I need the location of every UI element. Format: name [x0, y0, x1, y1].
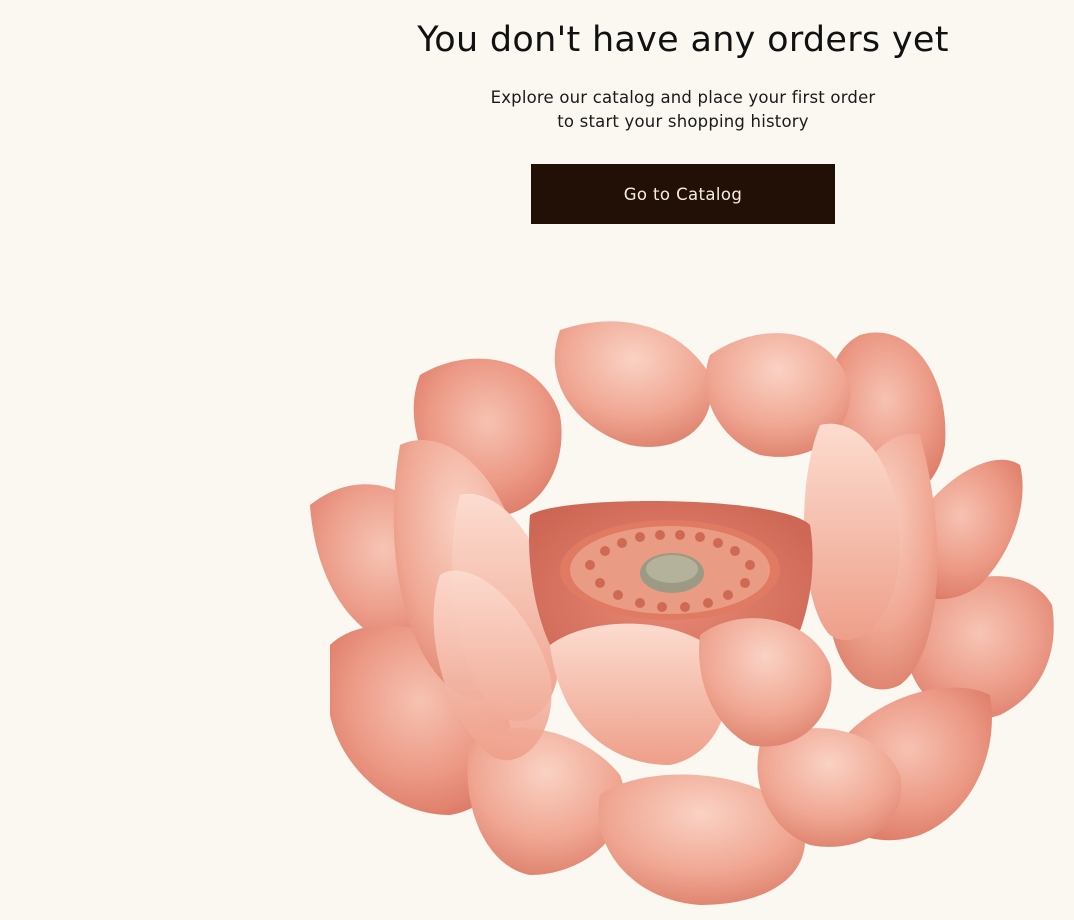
go-to-catalog-button[interactable]: Go to Catalog: [531, 164, 835, 224]
empty-orders-state: You don't have any orders yet Explore ou…: [292, 0, 1074, 224]
empty-state-subtitle-line-2: to start your shopping history: [557, 112, 809, 131]
lotus-flower-illustration: [310, 321, 1054, 905]
empty-state-subtitle: Explore our catalog and place your first…: [491, 86, 876, 134]
empty-state-title: You don't have any orders yet: [417, 20, 949, 60]
empty-state-subtitle-line-1: Explore our catalog and place your first…: [490, 88, 876, 107]
orders-page: You don't have any orders yet Explore ou…: [0, 0, 1074, 920]
